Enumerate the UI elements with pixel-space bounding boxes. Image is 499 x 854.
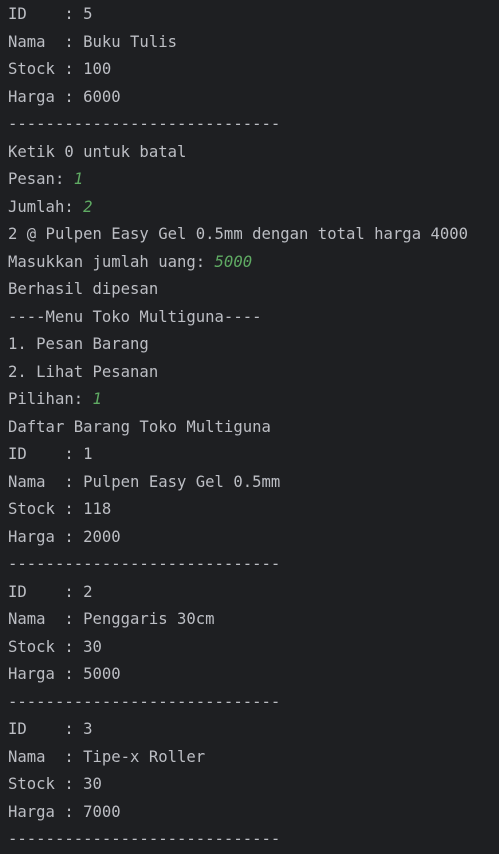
console-line: 2 @ Pulpen Easy Gel 0.5mm dengan total h… — [8, 221, 499, 249]
user-input: 1 — [73, 170, 84, 188]
output-text: Stock : 30 — [8, 637, 102, 656]
output-text: Stock : 100 — [8, 60, 112, 78]
separator-text: ----------------------------- — [8, 692, 281, 711]
output-text: Harga : 5000 — [8, 665, 121, 683]
console-line: ID : 3 — [8, 716, 499, 744]
console-line: ID : 1 — [8, 441, 499, 469]
console-line: ----Menu Toko Multiguna---- — [8, 304, 499, 332]
console-line: Daftar Barang Toko Multiguna — [8, 414, 499, 442]
output-text: ID : 2 — [8, 582, 93, 601]
console-line: Jumlah: 2 — [8, 194, 499, 222]
console-line: Nama : Buku Tulis — [8, 29, 499, 57]
console-line: Harga : 6000 — [8, 84, 499, 112]
output-text: Harga : 7000 — [8, 802, 121, 821]
menu-option: 1. Pesan Barang — [8, 335, 149, 353]
prompt-text: Masukkan jumlah uang: — [8, 252, 215, 271]
output-text: Harga : 2000 — [8, 527, 121, 546]
console-line: Stock : 118 — [8, 496, 499, 524]
prompt-text: Pilihan: — [8, 390, 93, 408]
output-text: ID : 3 — [8, 720, 93, 738]
console-line: ID : 2 — [8, 579, 499, 607]
output-text: ID : 5 — [8, 5, 93, 23]
console-line: Nama : Pulpen Easy Gel 0.5mm — [8, 469, 499, 497]
output-text: Nama : Penggaris 30cm — [8, 610, 215, 628]
output-text: Nama : Pulpen Easy Gel 0.5mm — [8, 472, 281, 491]
console-line: Masukkan jumlah uang: 5000 — [8, 249, 499, 277]
output-text: Nama : Buku Tulis — [8, 32, 177, 51]
separator-line: ----------------------------- — [8, 111, 499, 139]
user-input: 1 — [92, 390, 102, 408]
console-line: Stock : 100 — [8, 56, 499, 84]
output-text: Daftar Barang Toko Multiguna — [8, 417, 271, 436]
console-line: 2. Lihat Pesanan — [8, 359, 499, 387]
menu-title: ----Menu Toko Multiguna---- — [8, 307, 262, 326]
output-text: Ketik 0 untuk batal — [8, 142, 187, 161]
output-text: Stock : 118 — [8, 500, 112, 518]
console-line: Harga : 7000 — [8, 799, 499, 827]
console-line: Nama : Penggaris 30cm — [8, 606, 499, 634]
output-text: Harga : 6000 — [8, 87, 121, 106]
user-input: 5000 — [214, 252, 253, 271]
console-output: ID : 5 Nama : Buku Tulis Stock : 100 Har… — [8, 0, 499, 854]
console-line: Berhasil dipesan — [8, 276, 499, 304]
output-text: 2 @ Pulpen Easy Gel 0.5mm dengan total h… — [8, 225, 469, 243]
console-line: Nama : Tipe-x Roller — [8, 744, 499, 772]
console-line: ID : 5 — [8, 1, 499, 29]
console-line: Stock : 30 — [8, 634, 499, 662]
output-text: Nama : Tipe-x Roller — [8, 747, 206, 766]
separator-line: ----------------------------- — [8, 826, 499, 854]
prompt-text: Jumlah: — [8, 197, 84, 216]
separator-text: ----------------------------- — [8, 115, 281, 133]
menu-option: 2. Lihat Pesanan — [8, 362, 159, 381]
separator-line: ----------------------------- — [8, 551, 499, 579]
console-line: Pilihan: 1 — [8, 386, 499, 414]
console-line: Harga : 5000 — [8, 661, 499, 689]
prompt-text: Pesan: — [8, 170, 74, 188]
separator-text: ----------------------------- — [8, 830, 281, 848]
separator-text: ----------------------------- — [8, 555, 281, 573]
separator-line: ----------------------------- — [8, 689, 499, 717]
console-line: Ketik 0 untuk batal — [8, 139, 499, 167]
output-text: Berhasil dipesan — [8, 280, 159, 298]
console-line: Stock : 30 — [8, 771, 499, 799]
console-line: Harga : 2000 — [8, 524, 499, 552]
console-line: 1. Pesan Barang — [8, 331, 499, 359]
console-line: Pesan: 1 — [8, 166, 499, 194]
output-text: Stock : 30 — [8, 775, 102, 793]
output-text: ID : 1 — [8, 445, 93, 463]
user-input: 2 — [83, 197, 93, 216]
